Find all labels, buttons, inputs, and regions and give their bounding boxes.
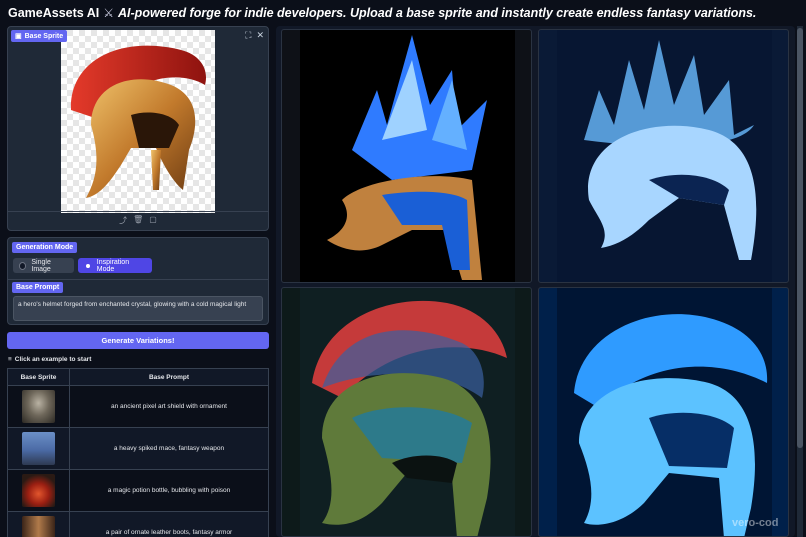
golden-helmet-image [70, 45, 206, 198]
base-sprite-label: ▣ Base Sprite [11, 30, 68, 42]
gallery-image-mossy-red-crest-helmet[interactable] [281, 287, 532, 537]
divider [8, 279, 268, 280]
generate-variations-button[interactable]: Generate Variations! [7, 332, 269, 349]
column-header-prompt: Base Prompt [148, 373, 190, 381]
mace-thumbnail [22, 432, 55, 465]
gallery-image-ice-spiked-helmet[interactable] [538, 29, 789, 283]
column-header-sprite: Base Sprite [8, 369, 70, 385]
table-row[interactable]: an ancient pixel art shield with ornamen… [8, 386, 268, 428]
base-prompt-input[interactable]: a hero's helmet forged from enchanted cr… [13, 296, 263, 321]
generation-mode-label: Generation Mode [12, 242, 78, 253]
base-sprite-panel: ▣ Base Sprite ⛶ ✕ ⤴ 🗑 ▢ [7, 26, 269, 231]
examples-heading: ≡ Click an example to start [8, 356, 92, 363]
table-row[interactable]: a pair of ornate leather boots, fantasy … [8, 512, 268, 537]
app-title: GameAssets AI [8, 6, 100, 20]
example-prompt: a magic potion bottle, bubbling with poi… [107, 487, 231, 494]
fullscreen-icon[interactable]: ⛶ [245, 30, 251, 41]
close-icon[interactable]: ✕ [256, 30, 264, 41]
page-header: GameAssets AI ⚔ AI-powered forge for ind… [8, 4, 798, 22]
divider [8, 211, 268, 212]
table-row[interactable]: a magic potion bottle, bubbling with poi… [8, 470, 268, 512]
gallery-image-crystal-spiked-helmet[interactable] [281, 29, 532, 283]
crossed-swords-icon: ⚔ [103, 6, 115, 20]
examples-table: Base Sprite Base Prompt an ancient pixel… [7, 368, 269, 537]
gallery-scrollbar-thumb[interactable] [797, 28, 803, 448]
boots-thumbnail [22, 516, 55, 537]
watermark: vero-cod [732, 517, 779, 529]
example-prompt: an ancient pixel art shield with ornamen… [111, 403, 227, 410]
gallery-image-glowing-blue-helmet[interactable] [538, 287, 789, 537]
image-icon: ▣ [15, 33, 22, 40]
example-prompt: a pair of ornate leather boots, fantasy … [105, 529, 233, 536]
single-image-radio[interactable]: Single Image [13, 258, 74, 273]
image-corner-actions: ⛶ ✕ [245, 30, 264, 41]
list-icon: ≡ [8, 356, 12, 363]
potion-thumbnail [22, 474, 55, 507]
settings-panel: Generation Mode Single Image Inspiration… [7, 237, 269, 325]
table-header: Base Sprite Base Prompt [8, 369, 268, 386]
app-tagline: AI-powered forge for indie developers. U… [118, 6, 757, 20]
radio-selected-icon [86, 263, 90, 268]
radio-unselected-icon [19, 261, 27, 270]
shield-thumbnail [22, 390, 55, 423]
inspiration-mode-radio[interactable]: Inspiration Mode [78, 258, 152, 273]
trash-icon[interactable]: 🗑 [133, 215, 143, 226]
clipboard-icon[interactable]: ▢ [149, 215, 157, 226]
table-row[interactable]: a heavy spiked mace, fantasy weapon [8, 428, 268, 470]
upload-icon[interactable]: ⤴ [119, 215, 127, 226]
base-prompt-label: Base Prompt [12, 282, 64, 293]
example-prompt: a heavy spiked mace, fantasy weapon [113, 445, 225, 452]
image-toolbar: ⤴ 🗑 ▢ [8, 215, 268, 226]
base-sprite-image[interactable] [61, 30, 215, 213]
